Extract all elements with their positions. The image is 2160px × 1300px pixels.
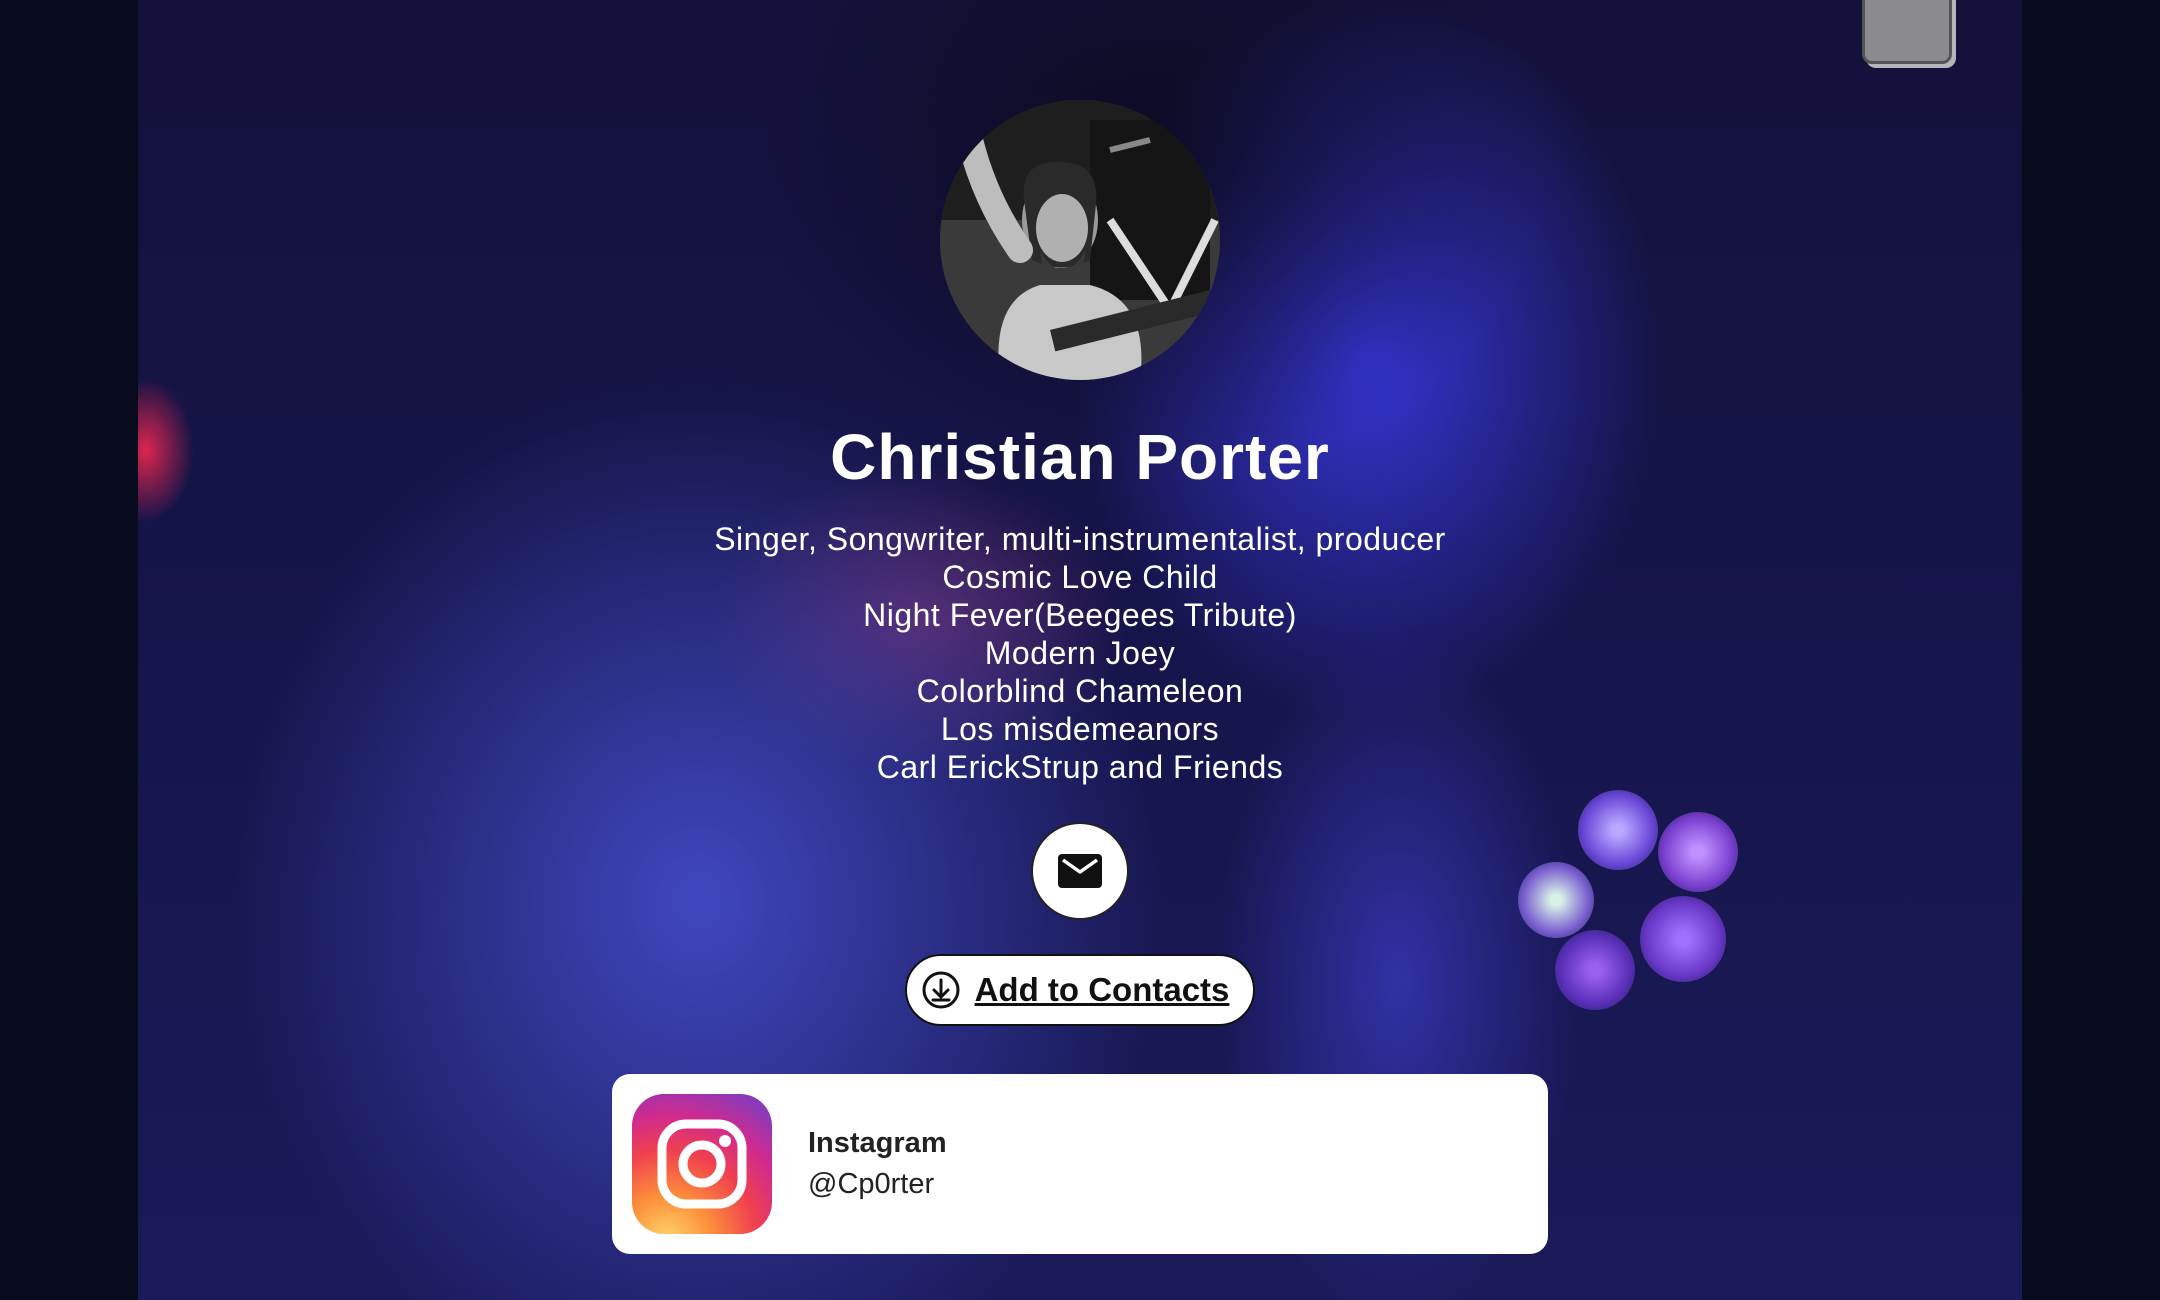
bio-line: Los misdemeanors	[940, 711, 1220, 747]
bio-line: Carl ErickStrup and Friends	[876, 749, 1284, 785]
page-stage: Christian Porter Singer, Songwriter, mul…	[0, 0, 2160, 1300]
profile-name: Christian Porter	[830, 421, 1330, 493]
add-to-contacts-label: Add to Contacts	[974, 971, 1230, 1008]
instagram-link-card[interactable]: Instagram @Cp0rter	[612, 1074, 1548, 1254]
envelope-icon	[1058, 854, 1102, 888]
link-card-text: Instagram @Cp0rter	[808, 1127, 947, 1201]
link-title: Instagram	[808, 1127, 947, 1159]
profile-bio: Singer, Songwriter, multi-instrumentalis…	[714, 520, 1446, 786]
add-to-contacts-button[interactable]: Add to Contacts	[904, 954, 1256, 1026]
bio-line: Cosmic Love Child	[942, 559, 1218, 595]
link-handle: @Cp0rter	[808, 1168, 935, 1200]
instagram-icon	[632, 1094, 772, 1234]
download-circle-icon	[922, 971, 960, 1009]
bio-line: Modern Joey	[984, 635, 1176, 671]
profile-content: Christian Porter Singer, Songwriter, mul…	[0, 0, 2160, 1300]
bio-line: Night Fever(Beegees Tribute)	[863, 597, 1297, 633]
email-button[interactable]	[1031, 822, 1129, 920]
bio-line: Colorblind Chameleon	[916, 673, 1244, 709]
bio-line: Singer, Songwriter, multi-instrumentalis…	[714, 521, 1446, 557]
avatar	[940, 100, 1220, 380]
avatar-photo	[940, 100, 1220, 380]
